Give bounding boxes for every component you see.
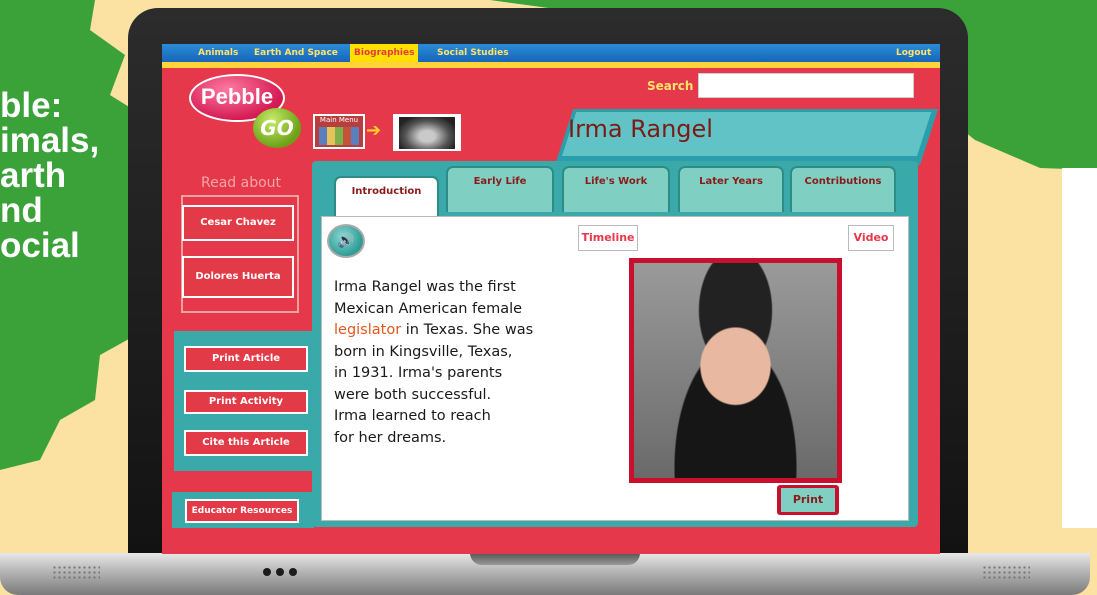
nav-item-earth-and-space[interactable]: Earth And Space (254, 44, 338, 62)
promo-line: arth (0, 156, 67, 195)
app-screen: Animals Earth And Space Biographies Soci… (162, 44, 940, 554)
audio-speaker-button[interactable]: 🔊 (327, 224, 365, 258)
main-menu-label: Main Menu (319, 116, 359, 124)
nav-item-biographies[interactable]: Biographies (350, 44, 419, 62)
nav-item-animals[interactable]: Animals (198, 44, 238, 62)
tab-later-years[interactable]: Later Years (678, 166, 784, 212)
read-about-heading: Read about (200, 175, 282, 191)
search-label: Search (647, 79, 694, 93)
article-line: for her dreams. (334, 429, 447, 446)
speaker-icon: 🔊 (337, 233, 355, 249)
article-text: Irma Rangel was the first Mexican Americ… (334, 277, 584, 449)
tab-contributions[interactable]: Contributions (790, 166, 896, 212)
related-link-cesar-chavez[interactable]: Cesar Chavez (182, 205, 294, 241)
indicator-dot (263, 568, 271, 576)
cite-article-button[interactable]: Cite this Article (184, 430, 308, 456)
article-line: were both successful. (334, 386, 492, 403)
nav-item-social-studies[interactable]: Social Studies (437, 44, 509, 62)
promo-white-panel-right (1062, 168, 1097, 528)
main-menu-thumbnails (319, 127, 359, 145)
tab-introduction[interactable]: Introduction (334, 176, 439, 218)
article-line: Irma learned to reach (334, 408, 491, 424)
portrait-photo (634, 263, 837, 478)
promo-line: ocial (0, 226, 80, 265)
main-menu-button[interactable]: Main Menu (313, 114, 365, 149)
arrow-right-icon: ➔ (366, 120, 382, 141)
timeline-button[interactable]: Timeline (578, 225, 638, 251)
top-nav-bar: Animals Earth And Space Biographies Soci… (162, 44, 940, 62)
print-photo-button[interactable]: Print (781, 488, 835, 512)
tab-early-life[interactable]: Early Life (446, 166, 554, 212)
logout-link[interactable]: Logout (896, 44, 931, 62)
promo-line: ble: (0, 86, 63, 125)
article-line: Irma Rangel was the first (334, 279, 516, 295)
article-line-rest: in Texas. She was (405, 322, 534, 338)
video-button[interactable]: Video (848, 225, 894, 251)
person-photo-thumb (399, 117, 455, 149)
search-input[interactable] (698, 73, 914, 98)
related-link-dolores-huerta[interactable]: Dolores Huerta (182, 256, 294, 298)
tab-lifes-work[interactable]: Life's Work (562, 166, 670, 212)
glossary-word-legislator[interactable]: legislator (334, 322, 401, 338)
article-line: legislator in Texas. She was (334, 320, 584, 342)
educator-resources-button[interactable]: Educator Resources (185, 499, 299, 523)
print-article-button[interactable]: Print Article (184, 346, 308, 372)
promo-line: imals, (0, 121, 100, 160)
current-biography-thumbnail (393, 114, 461, 151)
promo-line: nd (0, 191, 43, 230)
pebblego-logo[interactable]: Pebble GO (189, 74, 307, 152)
promo-text-block: ble: imals, arth nd ocial (0, 88, 99, 263)
page-title: Irma Rangel (568, 115, 713, 143)
indicator-dot (289, 568, 297, 576)
logo-word-go: GO (253, 108, 301, 148)
article-line: born in Kingsville, Texas, (334, 343, 513, 360)
print-activity-button[interactable]: Print Activity (184, 390, 308, 414)
article-line: Mexican American female (334, 300, 523, 317)
laptop-hinge-notch (470, 553, 640, 565)
article-line: in 1931. Irma's parents (334, 365, 503, 381)
speaker-grille-left (52, 565, 100, 581)
nav-yellow-band (162, 62, 940, 68)
speaker-grille-right (982, 565, 1030, 581)
indicator-dot (276, 568, 284, 576)
